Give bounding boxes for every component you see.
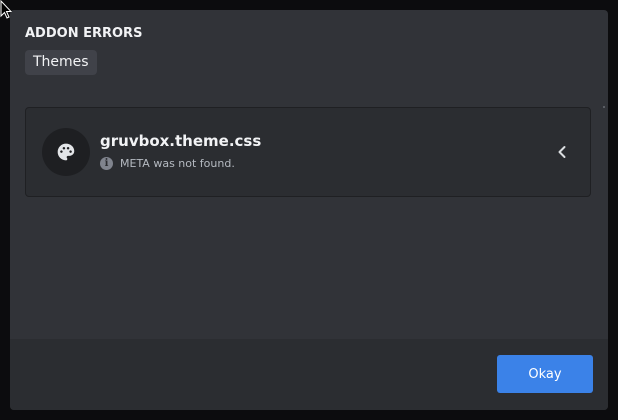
scrollbar-top-tick[interactable] [603,106,605,108]
error-item-detail: i META was not found. [100,155,235,171]
okay-button[interactable]: Okay [497,355,593,393]
tab-themes[interactable]: Themes [25,50,97,75]
modal-footer: Okay [10,339,608,410]
error-item-name: gruvbox.theme.css [100,132,262,150]
modal-header: ADDON ERRORS Themes [10,10,608,90]
error-item-message: META was not found. [120,156,235,170]
chevron-left-icon[interactable] [554,144,570,160]
palette-icon [42,128,90,176]
info-icon: i [100,156,113,170]
mouse-pointer-icon [0,0,13,24]
addon-errors-modal: ADDON ERRORS Themes gruvbox.theme.css i … [10,10,608,410]
modal-body: gruvbox.theme.css i META was not found. [10,90,608,343]
modal-title: ADDON ERRORS [25,26,143,41]
error-item[interactable]: gruvbox.theme.css i META was not found. [25,107,591,197]
